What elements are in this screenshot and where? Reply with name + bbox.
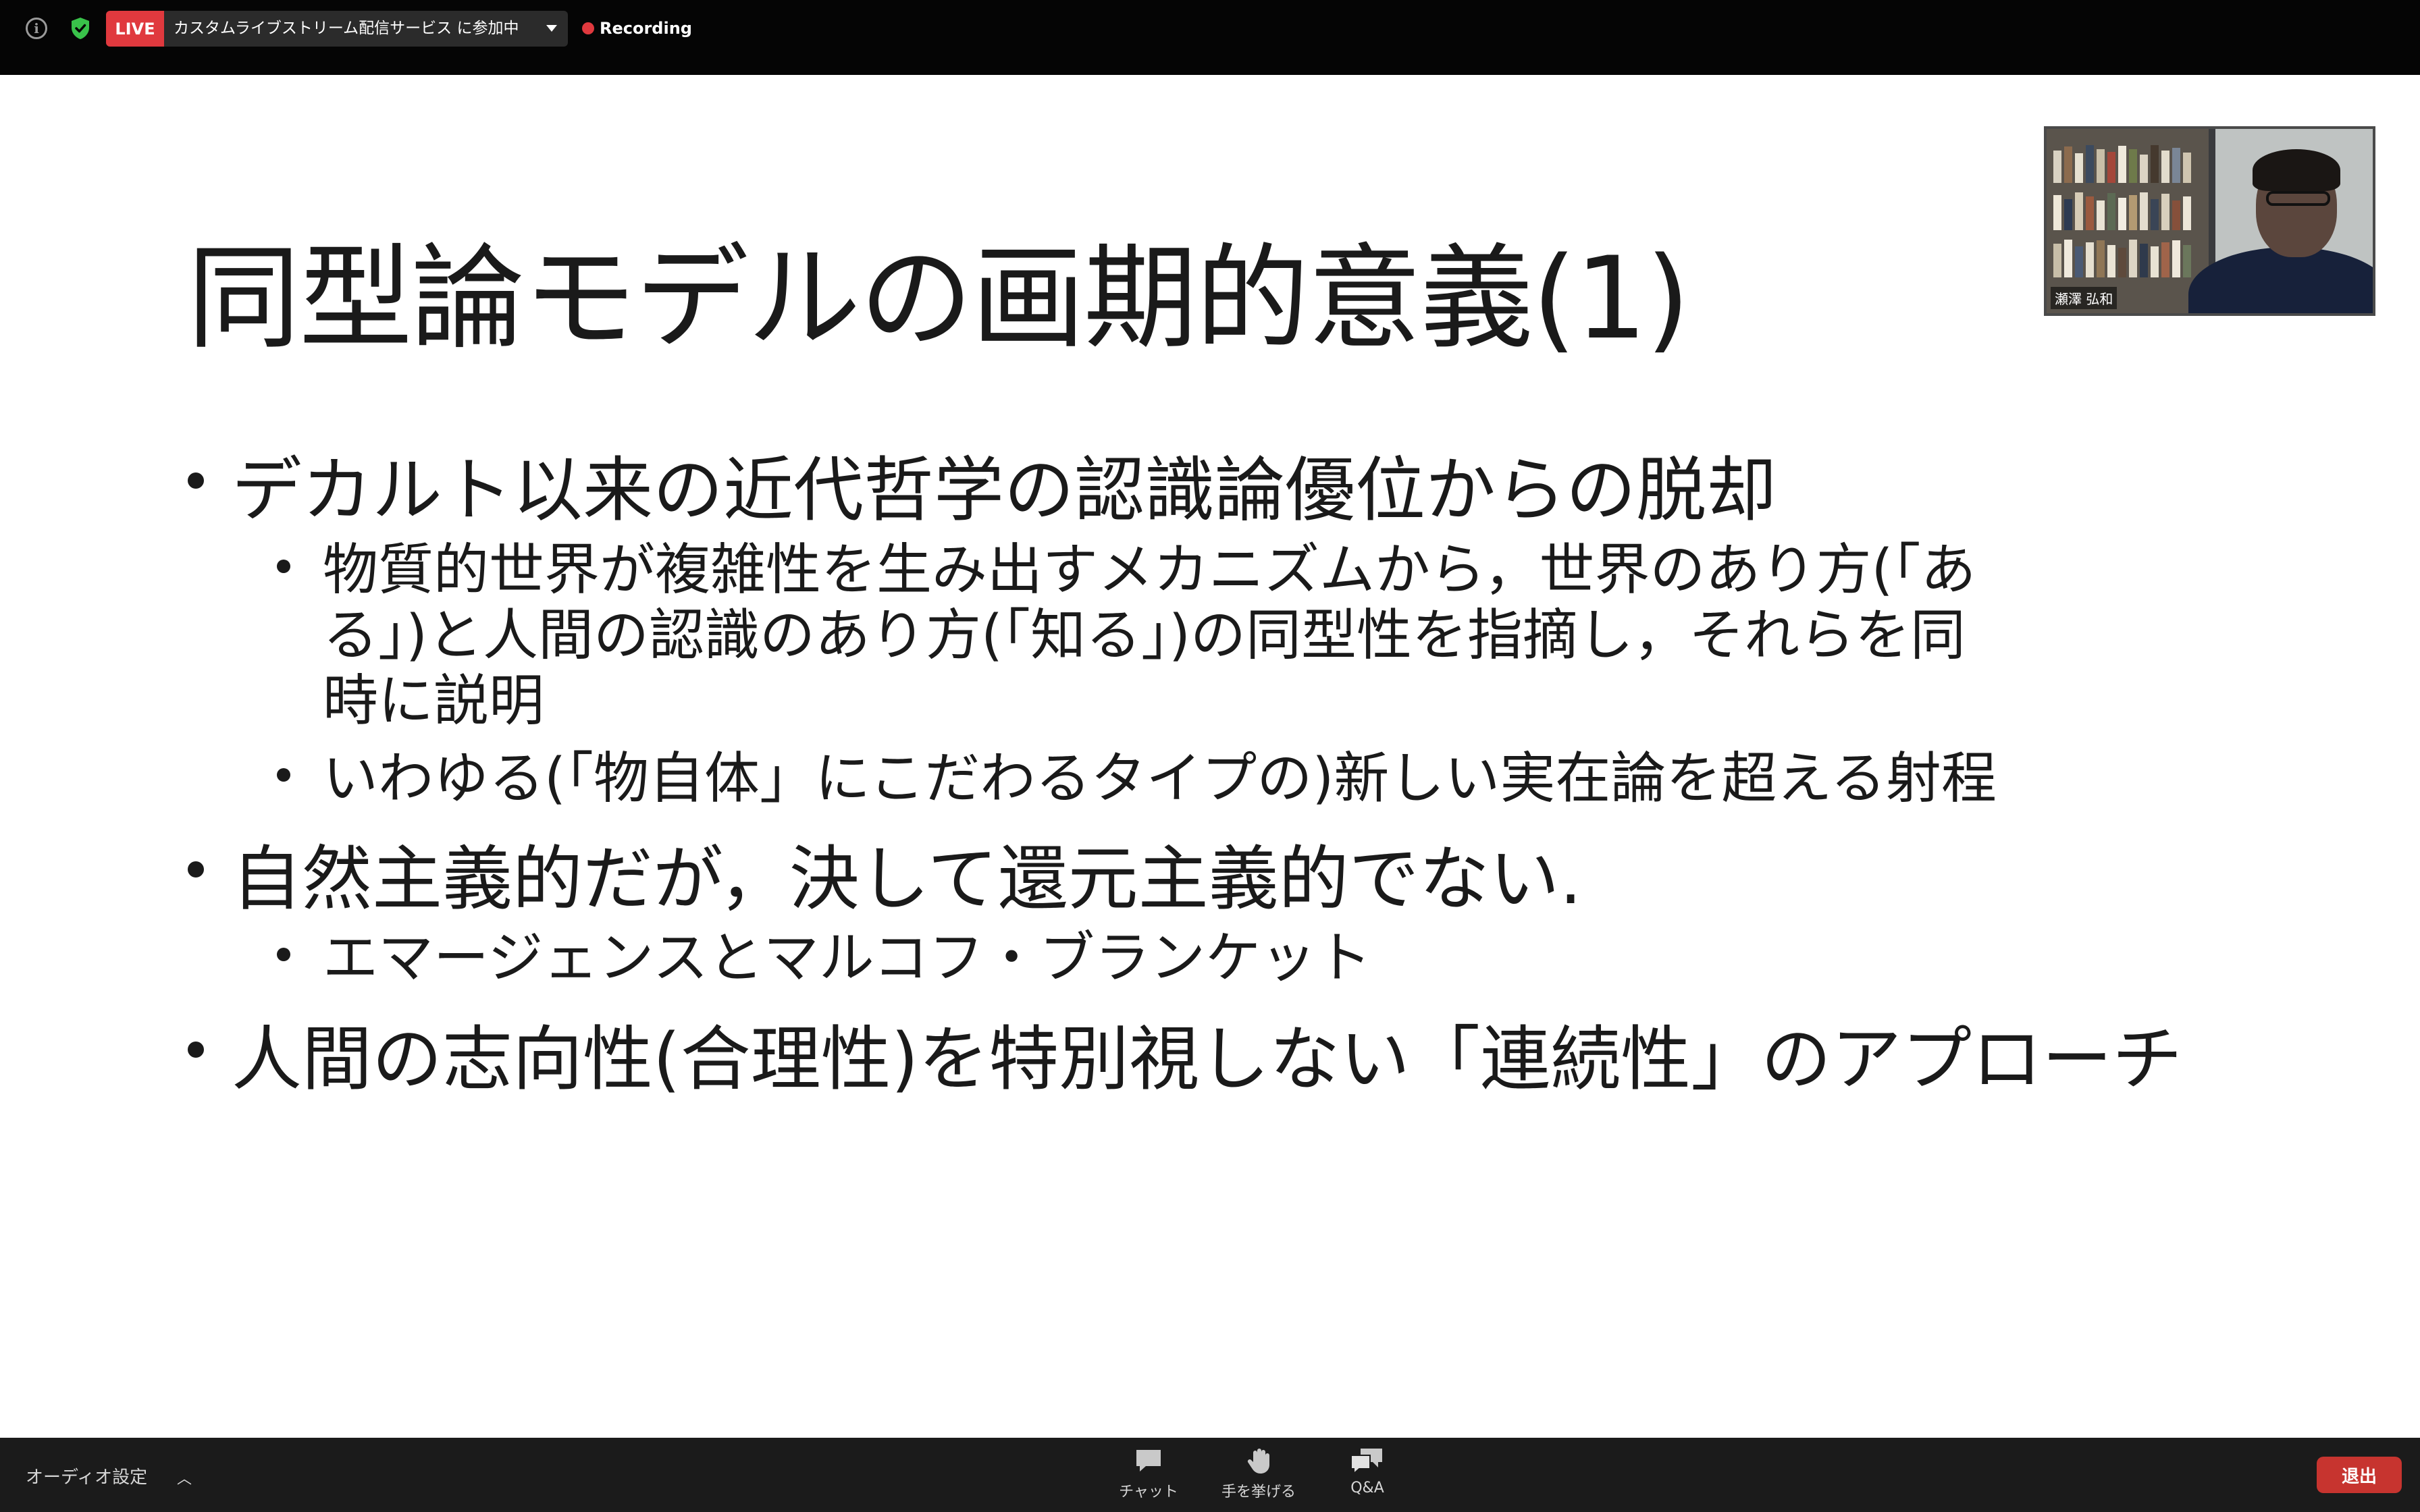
- bullet-item: 自然主義的だが，決して還元主義的でない.: [232, 838, 1582, 920]
- bullet-dot: [188, 1042, 204, 1058]
- bullet-item-continued: 時に説明: [323, 669, 545, 733]
- live-stream-dropdown[interactable]: LIVE カスタムライブストリーム配信サービス に参加中: [106, 11, 568, 47]
- speaker-video-tile[interactable]: 瀬澤 弘和: [2044, 126, 2375, 316]
- bullet-item: 人間の志向性(合理性)を特別視しない「連続性」のアプローチ: [232, 1018, 2183, 1100]
- speaker-hair: [2253, 149, 2340, 191]
- raise-hand-button[interactable]: 手を挙げる: [1211, 1447, 1306, 1508]
- bullet-dot: [277, 560, 290, 573]
- chat-button[interactable]: チャット: [1101, 1447, 1196, 1508]
- qa-button[interactable]: Q&A: [1320, 1447, 1415, 1508]
- top-bar: i LIVE カスタムライブストリーム配信サービス に参加中 Recording: [0, 0, 2420, 75]
- chat-icon: [1136, 1450, 1161, 1472]
- bullet-dot: [188, 861, 204, 878]
- shield-icon[interactable]: [70, 16, 91, 40]
- recording-label: Recording: [600, 19, 692, 38]
- bullet-dot: [188, 473, 204, 489]
- bullet-item: デカルト以来の近代哲学の認識論優位からの脱却: [232, 449, 1777, 531]
- raise-hand-label: 手を挙げる: [1221, 1484, 1296, 1501]
- speaker-glasses: [2266, 191, 2330, 206]
- slide-title: 同型論モデルの画期的意義(1): [187, 232, 1690, 364]
- bullet-dot: [277, 948, 290, 961]
- raise-hand-icon: [1247, 1449, 1269, 1474]
- live-badge: LIVE: [106, 11, 164, 47]
- chevron-up-icon[interactable]: ︿: [177, 1467, 192, 1488]
- bottom-toolbar: オーディオ設定 ︿ チャット 手を挙げる Q&A 退出: [0, 1438, 2420, 1512]
- bullet-dot: [277, 768, 290, 782]
- live-stream-label: カスタムライブストリーム配信サービス に参加中: [174, 20, 519, 37]
- chevron-down-icon: [546, 25, 557, 32]
- qa-icon: [1350, 1449, 1382, 1474]
- chat-label: チャット: [1119, 1484, 1178, 1501]
- participant-name: 瀬澤 弘和: [2051, 287, 2118, 309]
- bullet-item-continued: る」)と人間の認識のあり方(「知る」)の同型性を指摘し，それらを同: [323, 603, 1966, 668]
- bullet-item: エマージェンスとマルコフ・ブランケット: [323, 926, 1372, 990]
- shared-slide: 同型論モデルの画期的意義(1) デカルト以来の近代哲学の認識論優位からの脱却 物…: [0, 75, 2420, 1438]
- audio-settings-button[interactable]: オーディオ設定: [26, 1463, 147, 1488]
- recording-dot-icon: [582, 22, 594, 34]
- bullet-item: いわゆる(「物自体」にこだわるタイプの)新しい実在論を超える射程: [323, 747, 1997, 811]
- exit-button[interactable]: 退出: [2317, 1457, 2402, 1493]
- qa-label: Q&A: [1350, 1480, 1384, 1496]
- info-icon[interactable]: i: [26, 18, 47, 39]
